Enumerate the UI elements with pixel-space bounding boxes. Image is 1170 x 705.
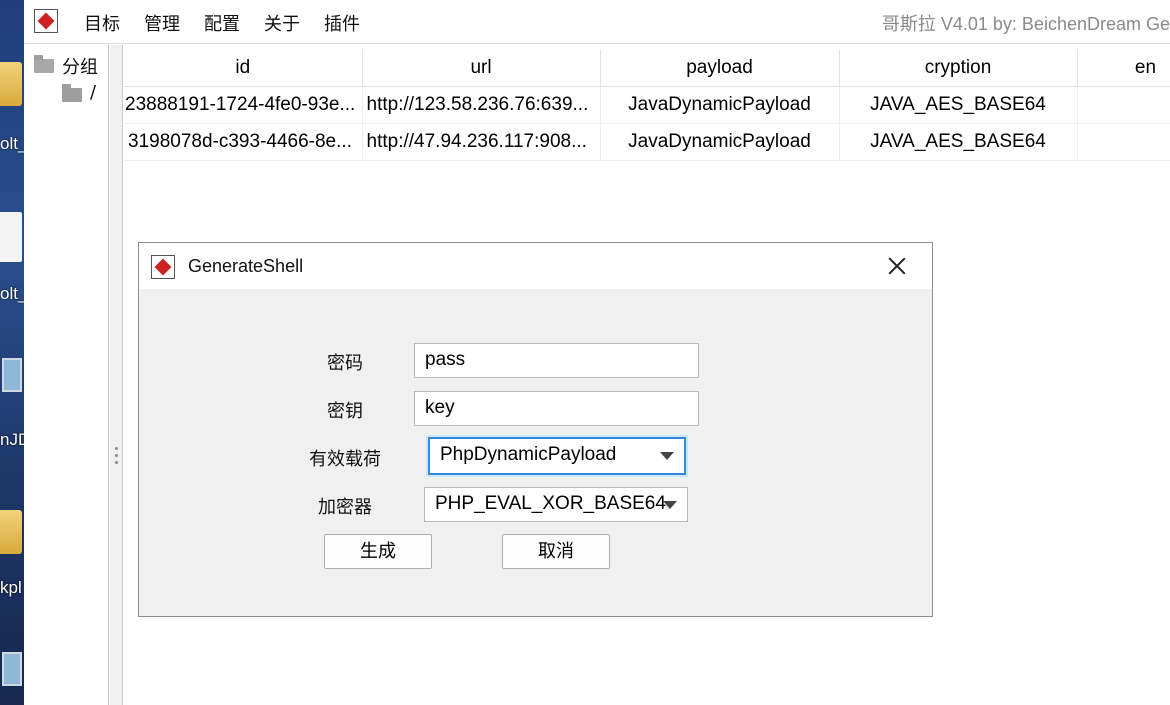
desktop-icon-label: kpl — [0, 578, 22, 597]
dialog-title: GenerateShell — [188, 256, 304, 276]
menu-about[interactable]: 关于 — [264, 10, 300, 36]
key-field[interactable]: key — [414, 391, 699, 426]
menu-bar: 目标 管理 配置 关于 插件 哥斯拉 V4.01 by: BeichenDrea… — [24, 0, 1170, 44]
payload-select[interactable]: PhpDynamicPayload — [428, 437, 686, 475]
tree-child-label: / — [90, 82, 97, 103]
password-field[interactable]: pass — [414, 343, 699, 378]
splitter-grip-dot — [115, 454, 118, 457]
desktop-folder-icon[interactable] — [0, 510, 22, 554]
window-title: 哥斯拉 V4.01 by: BeichenDream Ge — [881, 14, 1170, 34]
group-tree: 分组 / — [24, 45, 109, 705]
tree-node-slash[interactable]: / — [54, 81, 108, 115]
app-logo-icon — [34, 9, 58, 33]
cell-encoding — [1077, 86, 1170, 124]
app-logo-icon — [151, 255, 175, 279]
cell-id: 3198078d-c393-4466-8e... — [124, 123, 363, 161]
chevron-down-icon — [663, 501, 677, 509]
payload-label: 有效载荷 — [309, 449, 381, 470]
folder-open-icon — [34, 55, 54, 73]
pane-splitter[interactable] — [110, 45, 123, 705]
splitter-grip-dot — [115, 461, 118, 464]
column-header-encoding[interactable]: en — [1077, 50, 1170, 87]
column-header-url[interactable]: url — [362, 50, 601, 87]
chevron-down-icon — [660, 452, 674, 460]
payload-select-value: PhpDynamicPayload — [440, 444, 617, 465]
cryption-select-value: PHP_EVAL_XOR_BASE64 — [435, 493, 666, 514]
menu-target[interactable]: 目标 — [84, 10, 120, 36]
cell-url: http://47.94.236.117:908... — [362, 123, 601, 161]
desktop-icon-label: olt_ — [0, 284, 24, 303]
dialog-titlebar[interactable]: GenerateShell — [139, 243, 932, 289]
desktop-document-icon[interactable] — [0, 212, 22, 262]
cell-url: http://123.58.236.76:639... — [362, 86, 601, 124]
cell-payload: JavaDynamicPayload — [600, 123, 840, 161]
tree-root-label: 分组 — [62, 57, 98, 78]
desktop-icon-label: olt_ — [0, 134, 24, 153]
cryption-select[interactable]: PHP_EVAL_XOR_BASE64 — [424, 487, 688, 522]
cell-cryption: JAVA_AES_BASE64 — [839, 86, 1078, 124]
cancel-button[interactable]: 取消 — [502, 534, 610, 569]
desktop-background: olt_ olt_ nJD kpl — [0, 0, 24, 705]
generate-shell-dialog: GenerateShell 密码 pass 密钥 key 有效载荷 PhpDyn… — [138, 242, 933, 617]
cell-encoding — [1077, 123, 1170, 161]
menu-manage[interactable]: 管理 — [144, 10, 180, 36]
column-header-id[interactable]: id — [124, 50, 363, 87]
splitter-grip-dot — [115, 447, 118, 450]
menu-plugins[interactable]: 插件 — [324, 10, 360, 36]
tree-node-root[interactable]: 分组 — [24, 45, 108, 81]
desktop-computer-icon[interactable] — [2, 652, 22, 686]
desktop-folder-icon[interactable] — [0, 62, 22, 106]
generate-button[interactable]: 生成 — [324, 534, 432, 569]
cell-id: 23888191-1724-4fe0-93e... — [124, 86, 363, 124]
table-header-row: id url payload cryption en — [124, 50, 1170, 87]
cryption-label: 加密器 — [318, 497, 372, 518]
table-row[interactable]: 3198078d-c393-4466-8e... http://47.94.23… — [124, 123, 1170, 161]
cell-payload: JavaDynamicPayload — [600, 86, 840, 124]
column-header-payload[interactable]: payload — [600, 50, 840, 87]
column-header-cryption[interactable]: cryption — [839, 50, 1078, 87]
close-icon[interactable] — [883, 252, 911, 280]
desktop-computer-icon[interactable] — [2, 358, 22, 392]
password-label: 密码 — [327, 353, 363, 374]
menu-config[interactable]: 配置 — [204, 10, 240, 36]
table-row[interactable]: 23888191-1724-4fe0-93e... http://123.58.… — [124, 86, 1170, 124]
cell-cryption: JAVA_AES_BASE64 — [839, 123, 1078, 161]
folder-icon — [62, 84, 82, 102]
key-label: 密钥 — [327, 401, 363, 422]
desktop-icon-label: nJD — [0, 430, 24, 449]
